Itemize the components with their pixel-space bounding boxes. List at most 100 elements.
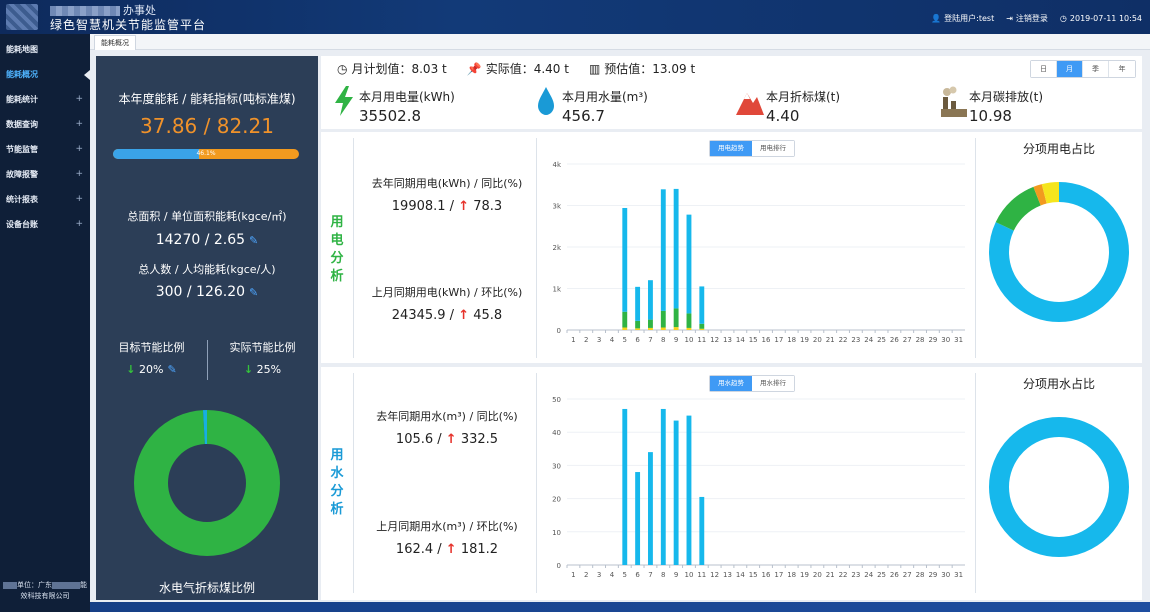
x-tick-label: 16 [762,571,771,579]
arrow-down-icon: ↓ [126,363,136,376]
x-tick-label: 1 [571,571,575,579]
energy-mix-caption: 水电气折标煤比例 [158,581,255,595]
x-tick-label: 15 [749,336,758,344]
x-tick-label: 7 [648,571,652,579]
sidebar-item-energy-overview[interactable]: 能耗概况 [0,62,90,87]
period-quarter-button[interactable]: 季 [1083,61,1109,77]
bar-11-s0 [699,496,705,565]
sidebar-item-saving-supervision[interactable]: 节能监管 + [0,137,90,162]
user-info: 👤 登陆用户:test [931,13,994,24]
side-char: 用 [330,215,344,230]
compare-ratio: 181.2 [460,542,499,557]
sidebar-item-data-query[interactable]: 数据查询 + [0,112,90,137]
side-char: 用 [330,448,344,463]
x-tick-label: 4 [610,336,615,344]
divider [975,138,976,358]
actual-value: 实际值：4.40 t [485,62,569,76]
kpi-value: 4.40 [766,107,800,125]
kpi-coal: 本月折标煤(t) 4.40 [766,88,840,125]
x-tick-label: 13 [723,571,732,579]
water-analysis-panel: 用 水 分 析 去年同期用水(m³) / 同比(%) 105.6 / ↑ 332… [321,367,1142,600]
edit-icon[interactable]: ✎ [249,234,258,247]
arrow-up-icon: ↑ [458,199,470,214]
expand-plus-icon: + [75,194,83,204]
logout-button[interactable]: ⇥ 注销登录 [1006,13,1048,24]
sidebar-item-reports[interactable]: 统计报表 + [0,187,90,212]
x-tick-label: 26 [890,336,899,344]
x-tick-label: 21 [826,571,835,579]
x-tick-label: 18 [787,336,796,344]
people-value-row: 300 / 126.20 ✎ [96,284,318,300]
expand-plus-icon: + [75,119,83,129]
x-tick-label: 21 [826,336,835,344]
x-tick-label: 29 [928,571,937,579]
x-tick-label: 14 [736,571,745,579]
x-tick-label: 31 [954,336,963,344]
period-day-button[interactable]: 日 [1031,61,1057,77]
sidebar-item-energy-stats[interactable]: 能耗统计 + [0,87,90,112]
bar-10-s0 [686,327,692,330]
y-tick-label: 30 [552,462,561,470]
x-tick-label: 19 [800,336,809,344]
lightning-icon [335,86,353,116]
redacted-text [3,581,17,589]
datetime-text: 2019-07-11 10:54 [1069,14,1142,23]
bar-7-s0 [648,452,653,565]
estimate-item: ▥ 预估值：13.09 t [589,60,695,77]
bar-5-s2 [622,207,628,312]
kpi-label: 本月碳排放(t) [969,90,1044,104]
sidebar-item-fault-alarm[interactable]: 故障报警 + [0,162,90,187]
annual-label: 本年度能耗 / 能耗指标(吨标准煤) [118,92,296,106]
compare-label: 去年同期用水(m³) / 同比(%) [376,410,518,423]
water-trend-tab[interactable]: 用水趋势 [710,376,752,391]
redacted-text [50,6,120,16]
edit-icon[interactable]: ✎ [249,286,258,299]
arrow-up-icon: ↑ [445,542,457,557]
area-value: 14270 / 2.65 [155,232,246,248]
period-year-button[interactable]: 年 [1109,61,1135,77]
bar-11-s0 [699,328,705,330]
divider [353,138,354,358]
tab-energy-overview[interactable]: 能耗概况 [94,35,136,50]
estimate-value: 预估值：13.09 t [604,62,696,76]
divider [207,340,208,380]
compare-ratio: 45.8 [473,308,503,323]
bar-5-s0 [622,408,628,565]
sidebar: 能耗地图 能耗概况 能耗统计 + 数据查询 + 节能监管 + 故障报警 + 统计报表 + … [0,34,90,612]
x-tick-label: 10 [685,571,694,579]
side-char: 水 [330,466,344,481]
kpi-value: 456.7 [562,107,605,125]
kpi-label: 本月折标煤(t) [766,90,841,104]
y-tick-label: 4k [552,161,561,169]
divider [536,138,537,358]
sidebar-item-label: 节能监管 [6,145,38,154]
bar-7-s1 [648,319,653,328]
sidebar-item-energy-map[interactable]: 能耗地图 [0,37,90,62]
plan-row: ◷ 月计划值：8.03 t 📌 实际值：4.40 t ▥ 预估值：13.09 t [337,60,695,77]
kpi-label: 本月用水量(m³) [562,90,648,104]
x-tick-label: 2 [584,336,588,344]
x-tick-label: 12 [710,336,719,344]
sidebar-item-equipment-ledger[interactable]: 设备台账 + [0,212,90,237]
water-pie-title: 分项用水占比 [1022,377,1095,391]
x-tick-label: 30 [941,571,950,579]
bar-10-s2 [686,214,692,314]
y-tick-label: 50 [552,396,561,404]
plan-item: ◷ 月计划值：8.03 t [337,60,447,77]
mountain-icon [736,93,764,115]
sidebar-item-label: 能耗地图 [6,45,38,54]
electric-trend-chart: 01k2k3k4k1 2 3 4 5 6 7 8 9 10 11 12 13 14 15 16 17 18 19 20… [552,161,965,344]
x-tick-label: 14 [736,336,745,344]
water-ranking-tab[interactable]: 用水排行 [752,376,794,391]
y-tick-label: 1k [552,286,561,294]
sidebar-item-label: 能耗统计 [6,95,38,104]
electric-ranking-tab[interactable]: 用电排行 [752,141,794,156]
electric-trend-tab[interactable]: 用电趋势 [710,141,752,156]
bar-9-s2 [673,188,679,309]
side-char: 分 [330,251,344,266]
edit-icon[interactable]: ✎ [167,363,176,376]
period-month-button[interactable]: 月 [1057,61,1083,77]
area-label: 总面积 / 单位面积能耗(kgce/㎡) [127,210,287,223]
x-tick-label: 28 [916,571,925,579]
monthly-stats-panel: ◷ 月计划值：8.03 t 📌 实际值：4.40 t ▥ 预估值：13.09 t 日 … [321,56,1142,129]
